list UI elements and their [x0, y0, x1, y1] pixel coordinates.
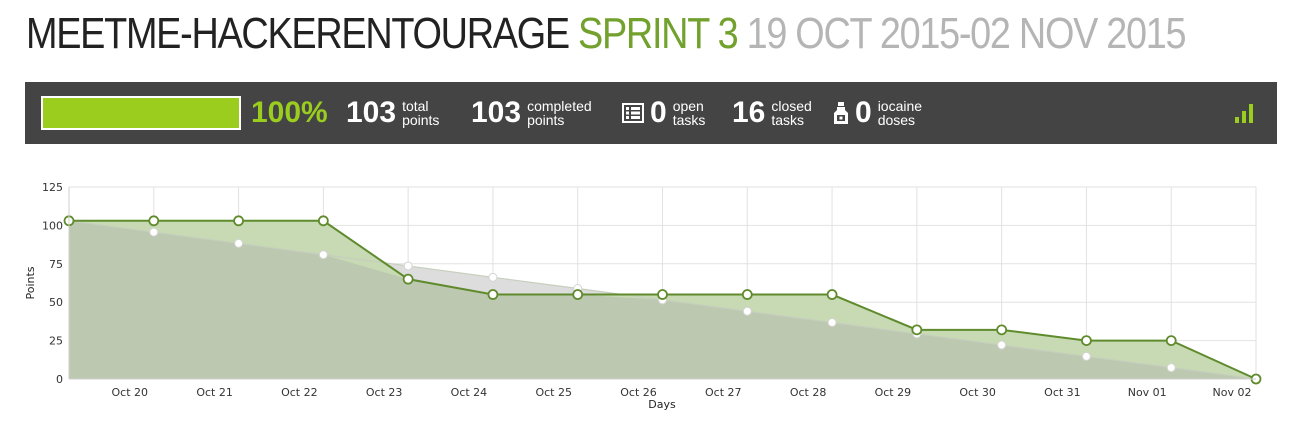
iocaine-doses-value: 0 [855, 96, 872, 129]
y-axis-label: Points [24, 266, 37, 299]
total-points-value: 103 [346, 96, 397, 129]
iocaine-doses-label-bottom: doses [877, 112, 916, 128]
ideal-point [1081, 351, 1091, 361]
closed-tasks-value: 16 [732, 96, 766, 129]
x-tick-label: Oct 27 [705, 386, 742, 399]
actual-point [233, 215, 244, 227]
progress-bar [41, 96, 241, 130]
iocaine-doses-label-top: iocaine [877, 98, 923, 114]
open-tasks-label-bottom: tasks [672, 112, 706, 128]
x-tick-label: Oct 28 [790, 386, 827, 399]
completed-points-label-top: completed [527, 98, 592, 114]
y-tick-label: 0 [56, 373, 63, 386]
x-tick-label: Oct 22 [281, 386, 318, 399]
closed-tasks-label-top: closed [771, 98, 812, 114]
actual-point [402, 273, 414, 285]
actual-point [487, 289, 499, 300]
project-name: MEETME-HACKERENTOURAGE [26, 9, 570, 58]
ideal-point [827, 317, 837, 327]
completion-percent-value: 100% [251, 96, 328, 129]
iocaine-doses-stat: 0 iocaine doses [833, 82, 922, 144]
x-tick-label: Oct 24 [451, 386, 488, 399]
x-tick-label: Oct 25 [535, 386, 572, 399]
bar-graph-icon[interactable] [1233, 102, 1255, 124]
closed-tasks-stat: 16 closed tasks [732, 82, 812, 144]
ideal-point [403, 261, 413, 271]
x-tick-label: Nov 01 [1128, 386, 1167, 399]
x-tick-label: Oct 29 [875, 386, 912, 399]
y-tick-label: 75 [49, 258, 63, 271]
actual-point [741, 289, 753, 300]
ideal-point [318, 250, 328, 260]
actual-point [826, 289, 838, 300]
y-tick-label: 25 [49, 335, 63, 348]
open-tasks-value: 0 [650, 96, 667, 129]
ideal-point [149, 227, 159, 237]
y-tick-label: 100 [42, 219, 63, 232]
total-points-stat: 103 total points [346, 82, 439, 144]
progress-bar-fill [43, 98, 239, 128]
sprint-stats-bar: 100% 103 total points 103 completed poin… [25, 82, 1277, 144]
x-tick-label: Nov 02 [1213, 386, 1252, 399]
total-points-label-top: total [402, 98, 429, 114]
actual-point [148, 215, 160, 227]
actual-point [572, 289, 584, 300]
ideal-point [488, 272, 498, 282]
total-points-label-bottom: points [402, 112, 440, 128]
actual-point [1081, 335, 1092, 347]
y-tick-label: 125 [42, 181, 63, 194]
x-tick-label: Oct 20 [112, 386, 149, 399]
y-tick-label: 50 [49, 296, 63, 309]
task-list-icon [622, 103, 644, 123]
completion-percent: 100% [251, 82, 328, 144]
actual-point [1165, 335, 1177, 347]
x-tick-label: Oct 30 [959, 386, 996, 399]
x-tick-label: Oct 31 [1044, 386, 1081, 399]
completed-points-stat: 103 completed points [471, 82, 592, 144]
actual-point [657, 289, 668, 300]
actual-point [911, 324, 923, 336]
ideal-point [234, 238, 244, 248]
page-title: MEETME-HACKERENTOURAGE SPRINT 3 19 OCT 2… [26, 2, 1187, 66]
x-tick-label: Oct 21 [196, 386, 233, 399]
ideal-point [1166, 363, 1176, 373]
completed-points-value: 103 [471, 96, 522, 129]
ideal-point [997, 340, 1007, 350]
actual-point [996, 324, 1008, 336]
potion-bottle-icon [833, 101, 849, 125]
x-tick-label: Oct 23 [366, 386, 403, 399]
ideal-point [742, 306, 752, 316]
burndown-chart: 0 25 50 75 100 125 Oct 20 Oct 21 Oct 22 Oct 23 Oct… [24, 181, 1262, 411]
sprint-dates: 19 OCT 2015-02 NOV 2015 [746, 9, 1187, 58]
x-axis-label: Days [648, 398, 676, 411]
completed-points-label-bottom: points [527, 112, 565, 128]
open-tasks-stat: 0 open tasks [622, 82, 705, 144]
actual-point [317, 215, 329, 227]
sprint-name: SPRINT 3 [578, 9, 739, 58]
closed-tasks-label-bottom: tasks [771, 112, 805, 128]
open-tasks-label-top: open [672, 98, 704, 114]
